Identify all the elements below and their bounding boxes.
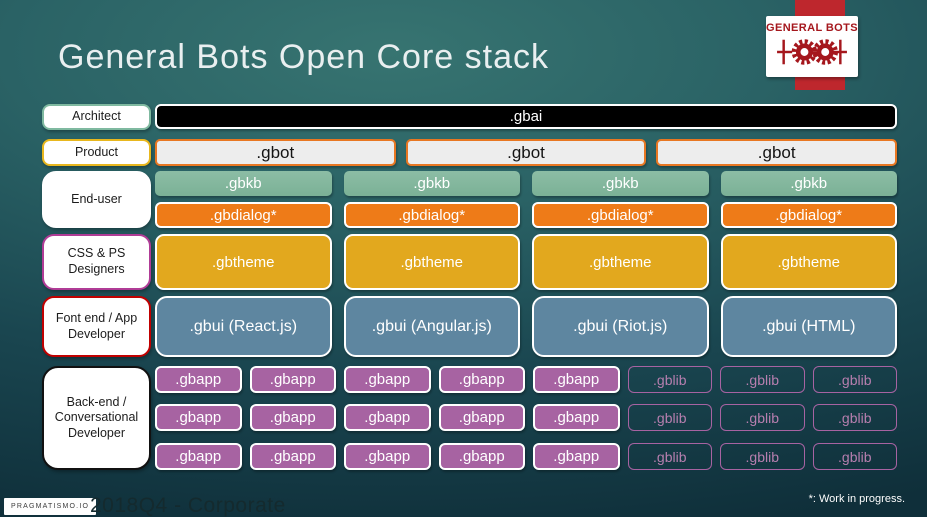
gbapp-box: .gbapp [155,404,242,431]
row-gbot: .gbot .gbot .gbot [155,139,898,166]
gbui-html-box: .gbui (HTML) [720,296,897,357]
gbdialog-box: .gbdialog* [720,202,897,228]
gbkb-box: .gbkb [155,171,332,196]
gblib-box: .gblib [627,404,712,431]
general-bots-logo: GENERAL BOTS [766,16,858,77]
gbapp-box: .gbapp [344,443,431,470]
slide: General Bots Open Core stack GENERAL BOT… [0,0,927,517]
label-end-user: End-user [42,171,151,228]
gbui-react-box: .gbui (React.js) [155,296,332,357]
gbui-riot-box: .gbui (Riot.js) [532,296,709,357]
gbapp-box: .gbapp [533,404,620,431]
gblib-box: .gblib [720,443,805,470]
gbtheme-box: .gbtheme [155,234,332,290]
gbdialog-box: .gbdialog* [343,202,520,228]
gbtheme-box: .gbtheme [720,234,897,290]
gbapp-box: .gbapp [249,443,336,470]
gbot-box: .gbot [405,139,647,166]
row-gbdialog: .gbdialog* .gbdialog* .gbdialog* .gbdial… [155,202,897,228]
gbai-box: .gbai [155,104,897,129]
gblib-box: .gblib [720,404,805,431]
row-gbtheme: .gbtheme .gbtheme .gbtheme .gbtheme [155,234,897,290]
gbkb-box: .gbkb [720,171,897,196]
row-gbui: .gbui (React.js) .gbui (Angular.js) .gbu… [155,296,897,357]
gbapp-box: .gbapp [249,404,336,431]
label-backend-conversational-developer: Back-end / Conversational Developer [42,366,151,470]
gbapp-box: .gbapp [438,366,525,393]
gbui-angular-box: .gbui (Angular.js) [343,296,520,357]
row-gbai: .gbai [155,104,897,129]
gblib-box: .gblib [812,366,897,393]
gbapp-box: .gbapp [438,443,525,470]
label-product: Product [42,139,151,166]
gbapp-box: .gbapp [249,366,336,393]
gblib-box: .gblib [720,366,805,393]
gbtheme-box: .gbtheme [532,234,709,290]
row-backend-2: .gbapp .gbapp .gbapp .gbapp .gbapp .gbli… [155,404,897,431]
gbapp-box: .gbapp [533,443,620,470]
gblib-box: .gblib [812,404,897,431]
row-backend-3: .gbapp .gbapp .gbapp .gbapp .gbapp .gbli… [155,443,897,470]
label-architect: Architect [42,104,151,130]
gbot-box: .gbot [155,139,396,166]
gbdialog-box: .gbdialog* [532,202,709,228]
gblib-box: .gblib [812,443,897,470]
gbapp-box: .gbapp [438,404,525,431]
footer-text: 2018Q4 - Corporate [90,494,286,517]
work-in-progress-footnote: *: Work in progress. [808,493,905,505]
gbkb-box: .gbkb [343,171,520,196]
gbapp-box: .gbapp [155,443,242,470]
label-frontend-app-developer: Font end / App Developer [42,296,151,357]
label-css-ps-designers: CSS & PS Designers [42,234,151,290]
gbapp-box: .gbapp [155,366,242,393]
gbkb-box: .gbkb [532,171,709,196]
gblib-box: .gblib [627,443,712,470]
page-title: General Bots Open Core stack [58,38,550,76]
row-gbkb: .gbkb .gbkb .gbkb .gbkb [155,171,897,196]
gbapp-box: .gbapp [533,366,620,393]
pragmatismo-badge: PRAGMATISMO.IO [4,498,97,515]
gbapp-box: .gbapp [344,404,431,431]
gbdialog-box: .gbdialog* [155,202,332,228]
gbtheme-box: .gbtheme [343,234,520,290]
gblib-box: .gblib [627,366,712,393]
row-backend-1: .gbapp .gbapp .gbapp .gbapp .gbapp .gbli… [155,366,897,393]
logo-wordmark: GENERAL BOTS [766,21,858,34]
gbot-box: .gbot [656,139,898,166]
double-gear-icon [776,35,848,74]
gbapp-box: .gbapp [344,366,431,393]
